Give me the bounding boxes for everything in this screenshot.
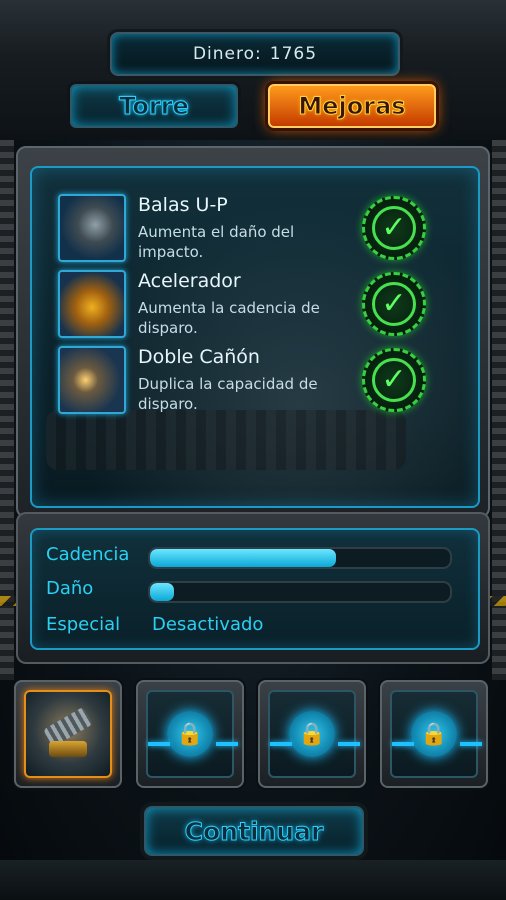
bottom-frame bbox=[0, 860, 506, 900]
tab-torre[interactable]: Torre bbox=[70, 84, 238, 128]
accelerator-icon bbox=[58, 270, 126, 338]
tower-slot-2[interactable]: 🔒 bbox=[136, 680, 244, 788]
slot-glow bbox=[460, 742, 482, 746]
turret-icon bbox=[41, 706, 95, 761]
purchased-check-icon: ✓ bbox=[362, 272, 426, 336]
upgrade-description: Aumenta la cadencia de disparo. bbox=[138, 299, 320, 337]
bullet-icon bbox=[58, 194, 126, 262]
slot-glow bbox=[270, 742, 292, 746]
tower-slot-1[interactable] bbox=[14, 680, 122, 788]
tower-slot-4[interactable]: 🔒 bbox=[380, 680, 488, 788]
cadencia-bar bbox=[148, 547, 452, 569]
slot-glow bbox=[216, 742, 238, 746]
upgrade-item-acelerador[interactable]: Acelerador Aumenta la cadencia de dispar… bbox=[56, 268, 446, 338]
slot-glow bbox=[148, 742, 170, 746]
money-value: 1765 bbox=[269, 44, 318, 64]
stat-label-dano: Daño bbox=[46, 578, 94, 599]
purchased-check-icon: ✓ bbox=[362, 196, 426, 260]
continue-button[interactable]: Continuar bbox=[144, 806, 364, 856]
upgrade-item-balas[interactable]: Balas U-P Aumenta el daño del impacto. ✓ bbox=[56, 192, 446, 262]
money-label: Dinero: bbox=[192, 44, 262, 64]
double-cannon-icon bbox=[58, 346, 126, 414]
lock-icon: 🔒 bbox=[167, 711, 213, 757]
upgrade-name: Balas U-P bbox=[138, 194, 228, 216]
dano-bar-fill bbox=[150, 583, 174, 601]
upgrade-name: Doble Cañón bbox=[138, 346, 260, 368]
upgrade-description: Duplica la capacidad de disparo. bbox=[138, 375, 318, 413]
slot-glow bbox=[338, 742, 360, 746]
upgrade-description: Aumenta el daño del impacto. bbox=[138, 223, 295, 261]
gatling-gun-background bbox=[46, 410, 406, 470]
money-display: Dinero: 1765 bbox=[110, 32, 400, 76]
stat-label-cadencia: Cadencia bbox=[46, 544, 130, 565]
purchased-check-icon: ✓ bbox=[362, 348, 426, 412]
tab-mejoras[interactable]: Mejoras bbox=[268, 84, 436, 128]
lock-icon: 🔒 bbox=[289, 711, 335, 757]
lock-icon: 🔒 bbox=[411, 711, 457, 757]
tower-slot-3[interactable]: 🔒 bbox=[258, 680, 366, 788]
stat-value-especial: Desactivado bbox=[152, 614, 264, 635]
stat-label-especial: Especial bbox=[46, 614, 121, 635]
cadencia-bar-fill bbox=[150, 549, 336, 567]
dano-bar bbox=[148, 581, 452, 603]
slot-glow bbox=[392, 742, 414, 746]
upgrade-item-doble-canon[interactable]: Doble Cañón Duplica la capacidad de disp… bbox=[56, 344, 446, 414]
upgrade-name: Acelerador bbox=[138, 270, 241, 292]
